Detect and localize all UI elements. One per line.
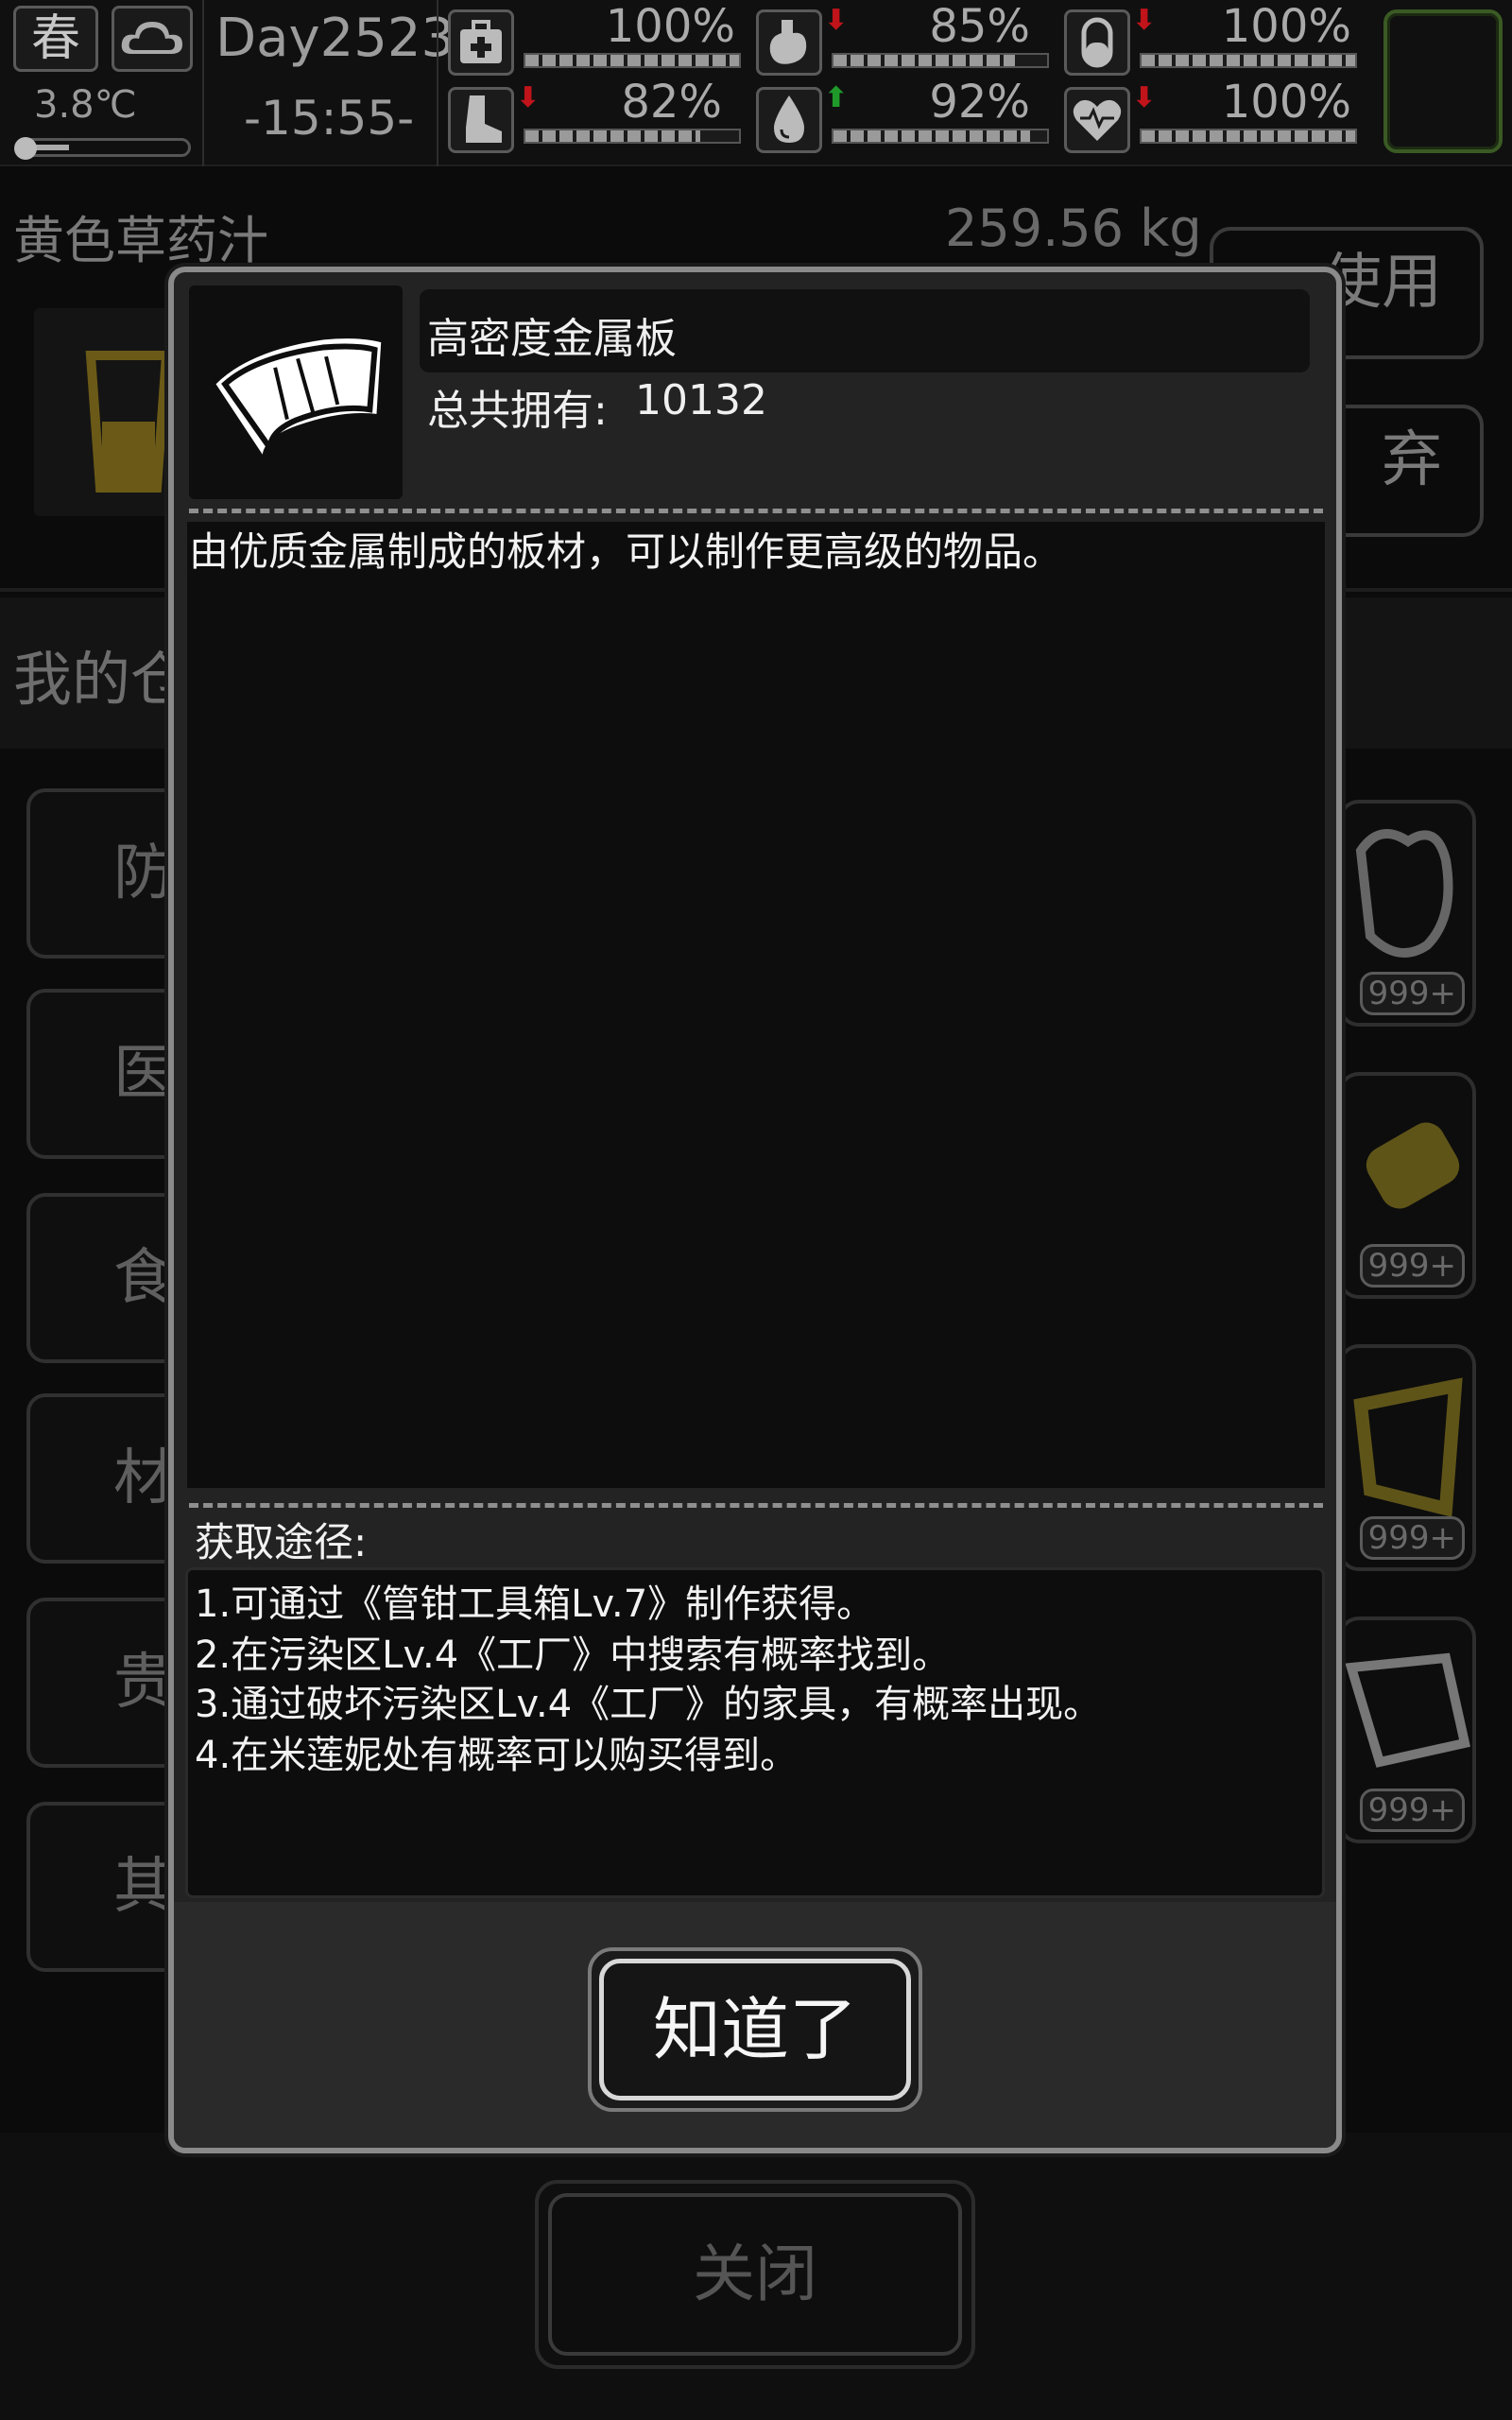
health-bar — [524, 53, 741, 68]
divider — [437, 0, 438, 166]
temperature-bar — [14, 137, 191, 160]
inventory-slot[interactable]: 999+ — [1338, 1616, 1476, 1843]
description-panel — [187, 522, 1325, 1488]
inventory-slot[interactable]: 999+ — [1338, 800, 1476, 1027]
stack-count-badge: 999+ — [1359, 972, 1465, 1015]
dashed-divider — [189, 509, 1323, 513]
mood-percent: 100% — [1221, 76, 1351, 129]
water-drop-icon — [756, 87, 822, 153]
pill-icon — [1064, 9, 1130, 76]
item-name: 高密度金属板 — [427, 315, 677, 363]
thirst-bar — [832, 129, 1049, 144]
heart-icon — [1064, 87, 1130, 153]
source-line: 2.在污染区Lv.4《工厂》中搜索有概率找到。 — [195, 1634, 951, 1677]
thirst-trend-up-icon: ⬆ — [824, 81, 849, 114]
selected-item-name: 黄色草药汁 — [13, 211, 268, 270]
medicine-trend-down-icon: ⬇ — [1132, 4, 1157, 37]
stack-count-badge: 999+ — [1359, 1789, 1465, 1832]
hunger-percent: 85% — [929, 0, 1030, 53]
stamina-percent: 82% — [621, 76, 722, 129]
item-description: 由优质金属制成的板材，可以制作更高级的物品。 — [189, 528, 1063, 575]
inventory-slot[interactable]: 999+ — [1338, 1072, 1476, 1299]
inventory-slot[interactable]: 999+ — [1338, 1344, 1476, 1571]
divider — [202, 0, 204, 166]
mood-bar — [1140, 129, 1357, 144]
inventory-weight: 259.56 kg — [945, 199, 1202, 258]
stack-count-badge: 999+ — [1359, 1516, 1465, 1560]
season-badge: 春 — [13, 6, 98, 72]
medicine-bar — [1140, 53, 1357, 68]
stamina-trend-down-icon: ⬇ — [516, 81, 541, 114]
medicine-percent: 100% — [1221, 0, 1351, 53]
cloud-icon — [112, 6, 193, 72]
owned-label: 总共拥有: — [427, 387, 608, 435]
category-tab-medical[interactable]: 医 — [26, 989, 187, 1159]
source-title: 获取途径: — [195, 1519, 368, 1565]
medkit-icon — [448, 9, 514, 76]
stack-count-badge: 999+ — [1359, 1244, 1465, 1288]
ok-button[interactable]: 知道了 — [599, 1959, 911, 2100]
menu-button[interactable] — [1383, 9, 1503, 153]
hunger-trend-down-icon: ⬇ — [824, 4, 849, 37]
health-percent: 100% — [605, 0, 735, 53]
category-tab-other[interactable]: 其 — [26, 1802, 187, 1972]
stomach-icon — [756, 9, 822, 76]
dashed-divider — [189, 1503, 1323, 1508]
game-clock: -15:55- — [244, 91, 415, 146]
source-line: 3.通过破坏污染区Lv.4《工厂》的家具，有概率出现。 — [195, 1683, 1102, 1726]
day-counter: Day2523 — [215, 8, 455, 69]
category-tab-material[interactable]: 材 — [26, 1393, 187, 1564]
thirst-percent: 92% — [929, 76, 1030, 129]
temperature-value: 3.8℃ — [34, 83, 137, 127]
category-tab-defense[interactable]: 防 — [26, 788, 187, 959]
metal-plate-icon — [189, 285, 403, 499]
temperature-fill — [31, 145, 69, 150]
hunger-bar — [832, 53, 1049, 68]
source-line: 4.在米莲妮处有概率可以购买得到。 — [195, 1734, 799, 1777]
category-tab-valuables[interactable]: 贵 — [26, 1598, 187, 1768]
close-button[interactable]: 关闭 — [548, 2193, 962, 2356]
herbal-juice-icon — [34, 308, 176, 516]
source-line: 1.可通过《管钳工具箱Lv.7》制作获得。 — [195, 1582, 875, 1626]
stamina-bar — [524, 129, 741, 144]
category-tab-food[interactable]: 食 — [26, 1193, 187, 1363]
mood-trend-down-icon: ⬇ — [1132, 81, 1157, 114]
thermometer-bulb-icon — [14, 137, 37, 160]
owned-count: 10132 — [635, 376, 767, 424]
boot-icon — [448, 87, 514, 153]
